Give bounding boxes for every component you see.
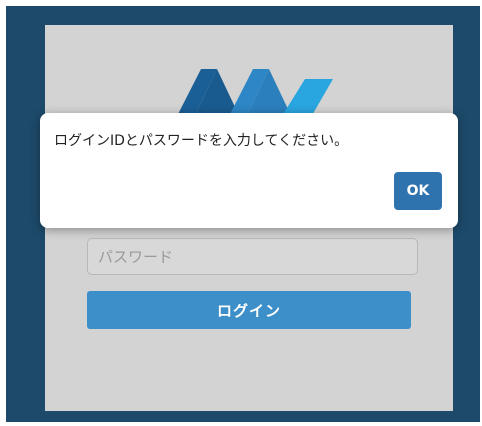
password-input[interactable] xyxy=(87,238,418,275)
dialog-message: ログインIDとパスワードを入力してください。 xyxy=(54,133,349,149)
alert-dialog: ログインIDとパスワードを入力してください。 OK xyxy=(40,113,458,228)
ok-button[interactable]: OK xyxy=(394,172,442,210)
login-button[interactable]: ログイン xyxy=(87,291,411,329)
